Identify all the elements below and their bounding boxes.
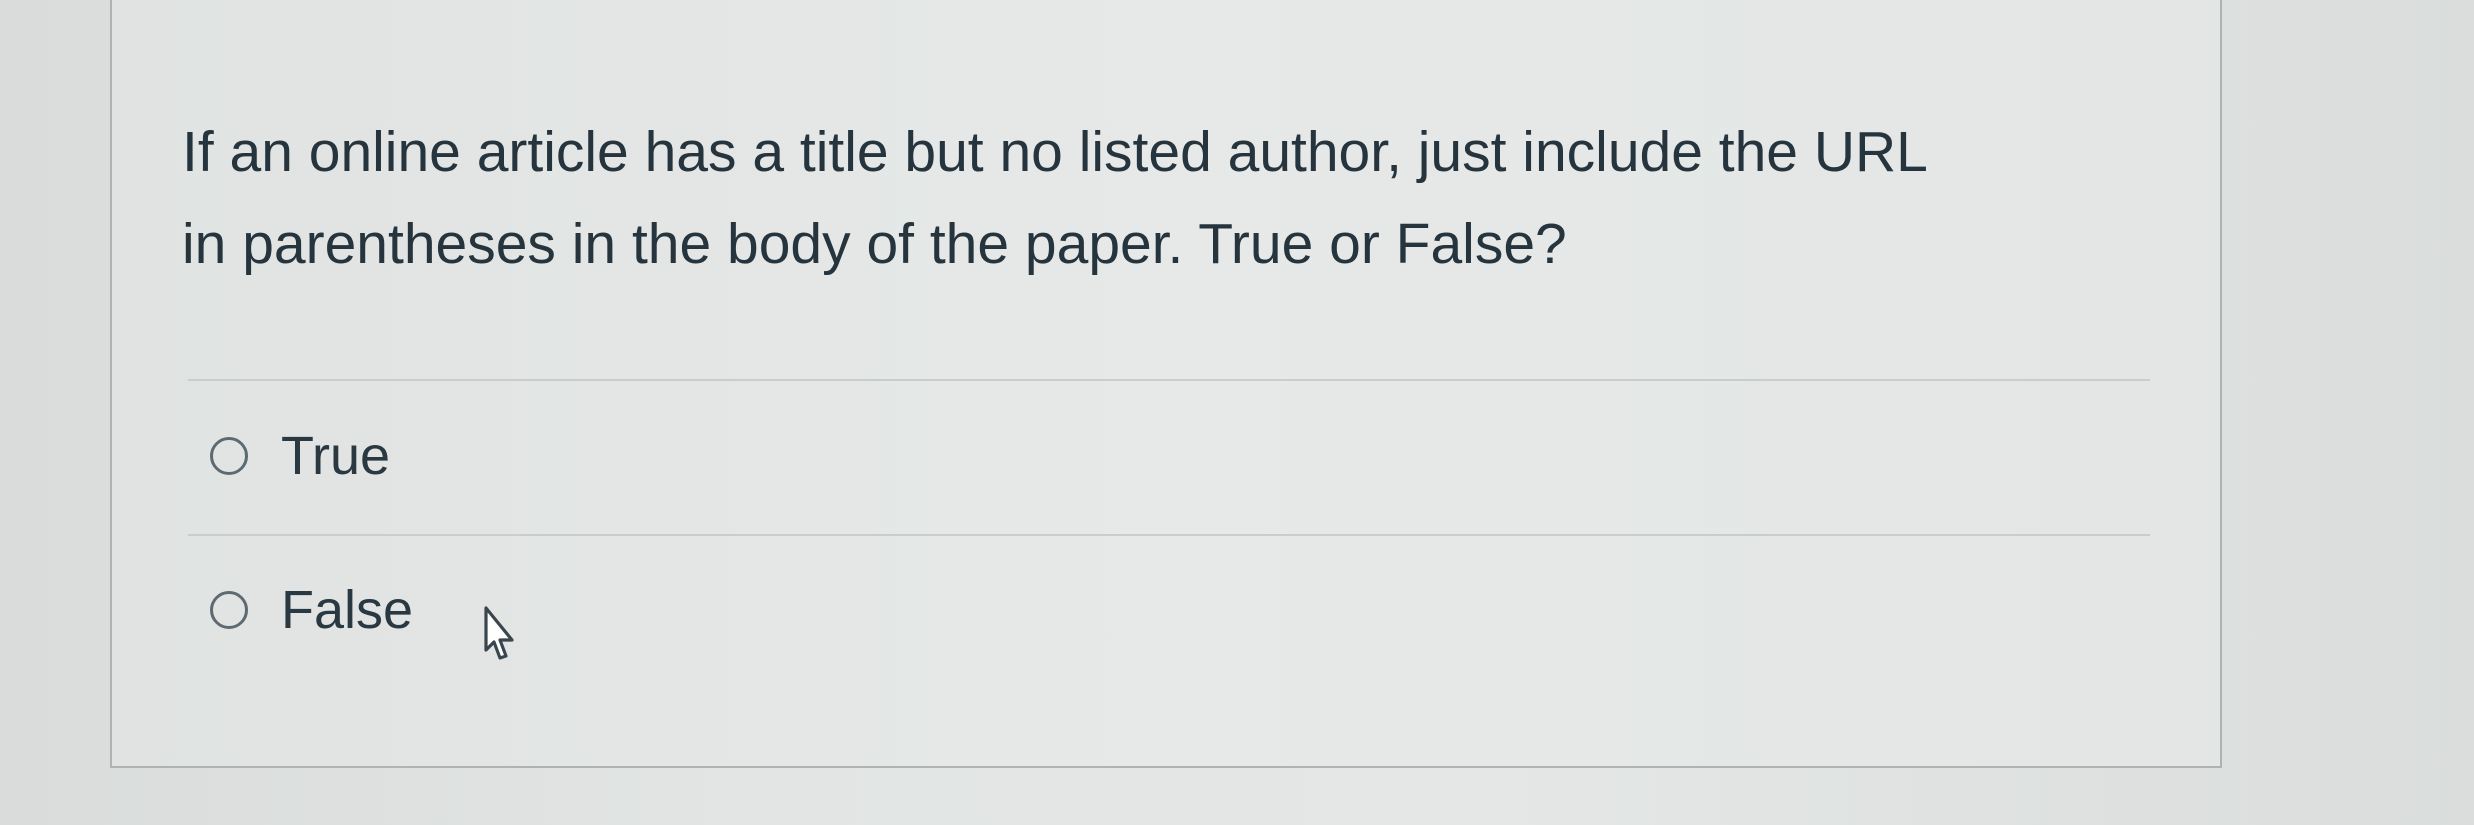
- radio-unchecked-icon[interactable]: [210, 591, 248, 629]
- answer-option-false[interactable]: False: [210, 575, 413, 645]
- hand-pointer-cursor-icon: [484, 606, 514, 660]
- question-card: If an online article has a title but no …: [110, 0, 2222, 768]
- answer-divider: [188, 534, 2150, 536]
- radio-unchecked-icon[interactable]: [210, 437, 248, 475]
- answer-label: True: [281, 426, 391, 486]
- question-text: If an online article has a title but no …: [182, 120, 1928, 276]
- answer-label: False: [281, 580, 414, 640]
- answer-option-true[interactable]: True: [210, 421, 390, 491]
- answer-divider: [188, 379, 2150, 381]
